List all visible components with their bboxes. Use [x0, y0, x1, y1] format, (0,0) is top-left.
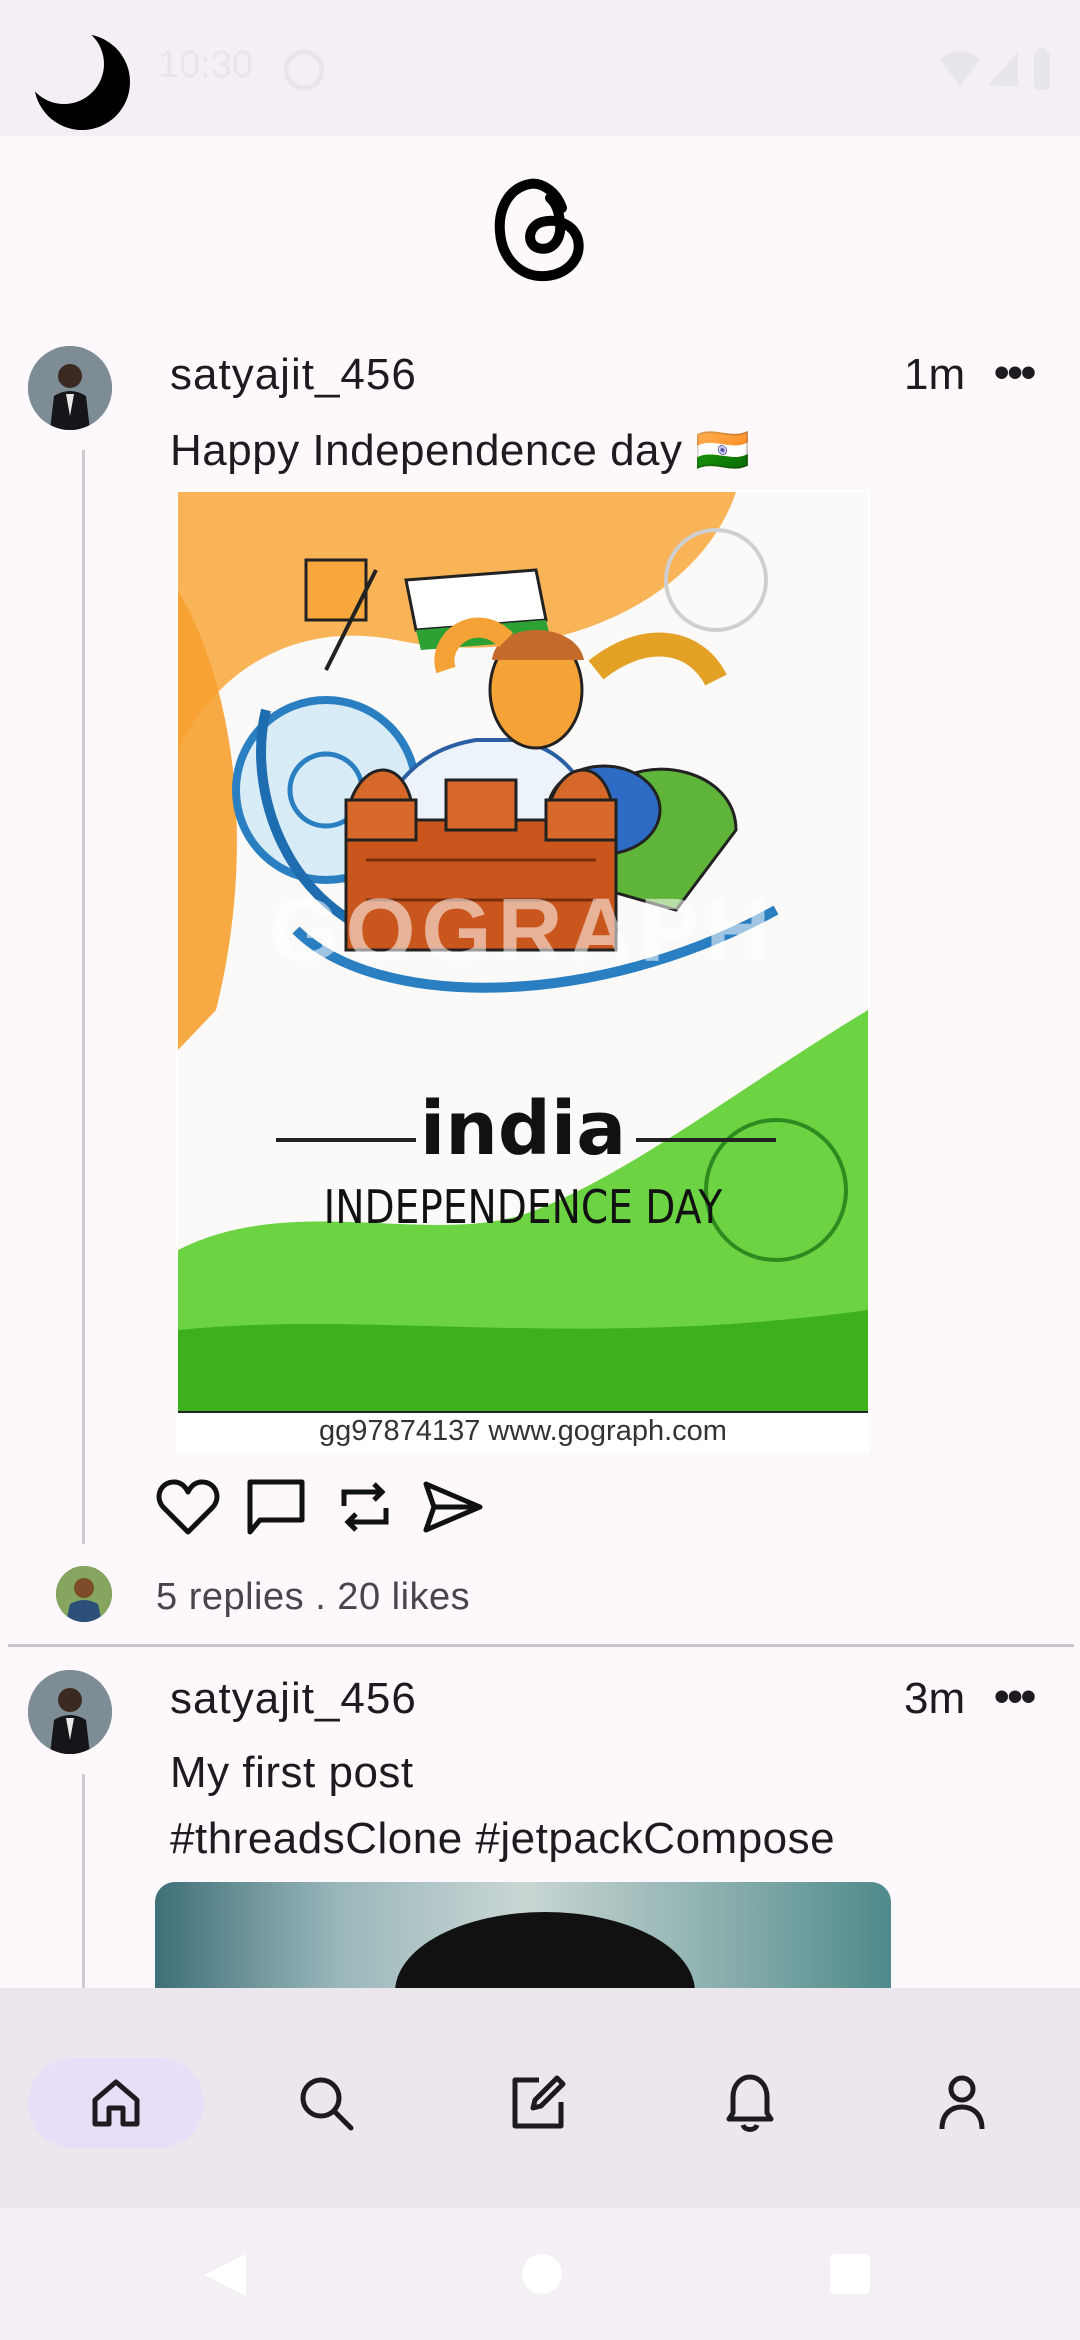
nav-search[interactable] [238, 2058, 414, 2148]
signal-icon [988, 52, 1018, 86]
image-watermark: GOGRAPH [269, 881, 777, 981]
comment-icon[interactable] [246, 1478, 306, 1536]
search-icon [300, 2077, 354, 2131]
image-subtitle: INDEPENDENCE DAY [323, 1180, 723, 1234]
profile-icon [939, 2075, 985, 2130]
post-text-line: My first post [170, 1748, 414, 1797]
nav-notifications[interactable] [662, 2058, 838, 2148]
back-icon[interactable] [200, 2252, 250, 2298]
post-text: Happy Independence day 🇮🇳 [170, 426, 751, 475]
more-options-icon[interactable]: ••• [994, 1672, 1036, 1722]
dark-mode-moon-icon[interactable] [30, 30, 134, 134]
like-heart-icon[interactable] [156, 1478, 220, 1536]
compose-icon [512, 2075, 566, 2129]
threads-logo-icon [494, 178, 584, 282]
home-button-icon[interactable] [520, 2252, 564, 2296]
thread-line [82, 450, 85, 1544]
notification-app-icon [283, 49, 325, 91]
post-image[interactable]: GOGRAPH india INDEPENDENCE DAY gg9787413… [176, 490, 870, 1454]
avatar[interactable] [28, 346, 112, 430]
nav-profile[interactable] [874, 2058, 1050, 2148]
home-icon [92, 2079, 140, 2127]
image-caption: gg97874137 www.gograph.com [319, 1415, 727, 1447]
thread-line [82, 1774, 85, 1988]
battery-icon [1034, 48, 1050, 90]
status-time: 10:30 [158, 44, 254, 86]
avatar[interactable] [28, 1670, 112, 1754]
post-time: 3m [904, 1674, 966, 1723]
post-username[interactable]: satyajit_456 [170, 1674, 417, 1724]
post-hashtags[interactable]: #threadsClone #jetpackCompose [170, 1814, 835, 1864]
post-time: 1m [904, 350, 966, 399]
image-title: india [419, 1086, 627, 1172]
repost-icon[interactable] [336, 1478, 394, 1536]
wifi-icon [940, 51, 980, 86]
status-bar: 10:30 [0, 0, 1080, 136]
more-options-icon[interactable]: ••• [994, 348, 1036, 398]
notifications-icon [726, 2074, 774, 2132]
reply-avatar[interactable] [56, 1566, 112, 1622]
nav-compose[interactable] [450, 2058, 626, 2148]
post-username[interactable]: satyajit_456 [170, 350, 417, 400]
post-divider [8, 1644, 1074, 1647]
post-stats[interactable]: 5 replies . 20 likes [156, 1576, 470, 1619]
recents-icon[interactable] [828, 2252, 872, 2296]
post-image[interactable] [155, 1882, 891, 1988]
system-navigation-bar [0, 2208, 1080, 2340]
nav-home[interactable] [28, 2058, 204, 2148]
share-send-icon[interactable] [422, 1480, 484, 1534]
